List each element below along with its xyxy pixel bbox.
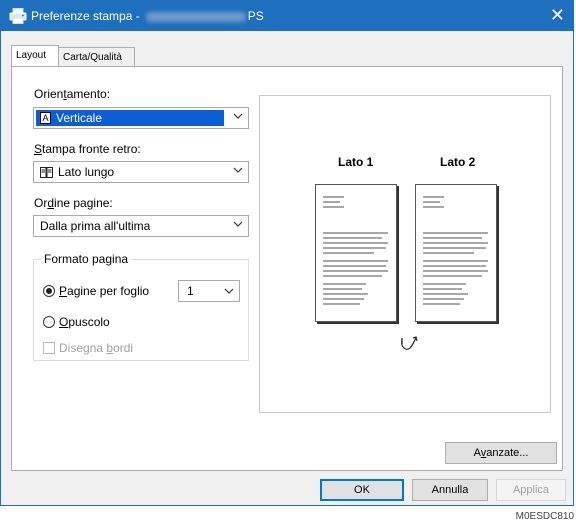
duplex-value: Lato lungo [58,165,115,179]
pages-per-sheet-value: 1 [187,284,194,298]
page-order-label: Ordine pagine: [34,196,113,210]
layout-preview: Lato 1 Lato 2 [259,95,551,413]
page-order-select[interactable]: Dalla prima all'ultima [33,215,249,237]
ok-button[interactable]: OK [320,479,404,501]
duplex-label: Stampa fronte retro: [34,142,141,156]
page-order-value: Dalla prima all'ultima [40,219,151,233]
pages-per-sheet-select[interactable]: 1 [178,280,240,302]
booklet-label[interactable]: Opuscolo [59,315,110,329]
print-preferences-dialog: Preferenze stampa - PS ✕ Layout Carta/Qua… [0,0,574,506]
page-text-lines [323,196,388,305]
page-text-lines [423,196,488,305]
page-side-2 [415,184,497,322]
title-bar[interactable]: Preferenze stampa - PS ✕ [1,1,573,31]
page-format-legend: Formato pagina [41,252,132,266]
redacted-printer-name [145,11,246,22]
tab-layout[interactable]: Layout [11,45,59,66]
side-2-label: Lato 2 [440,155,476,169]
draw-borders-label: Disegna bordi [59,341,134,355]
cancel-button[interactable]: Annulla [412,479,488,501]
chevron-down-icon [233,167,243,173]
orientation-label: Orientamento: [34,87,111,101]
printer-icon [9,8,27,24]
portrait-orientation-icon: A [40,112,51,124]
duplex-select[interactable]: Lato lungo [33,161,249,183]
book-long-edge-icon [40,167,53,178]
pages-per-sheet-radio[interactable] [43,285,55,297]
tab-paper-quality[interactable]: Carta/Qualità [58,47,135,66]
window-title: Preferenze stampa - PS [31,9,264,23]
page-side-1 [315,184,397,322]
draw-borders-checkbox[interactable] [43,342,55,354]
chevron-down-icon [233,221,243,227]
apply-button[interactable]: Applica [496,479,566,501]
pages-per-sheet-label[interactable]: Pagine per foglio [59,284,149,298]
side-1-label: Lato 1 [338,155,374,169]
chevron-down-icon [233,113,243,119]
advanced-button[interactable]: Avanzate... [445,442,557,464]
close-button[interactable]: ✕ [550,5,565,25]
orientation-select[interactable]: A Verticale [33,107,249,129]
chevron-down-icon [224,288,234,294]
booklet-radio[interactable] [43,316,55,328]
orientation-value: Verticale [56,111,103,125]
figure-code: M0ESDC810 [515,511,574,522]
close-icon: ✕ [549,5,565,25]
flip-rotate-icon [401,336,418,350]
